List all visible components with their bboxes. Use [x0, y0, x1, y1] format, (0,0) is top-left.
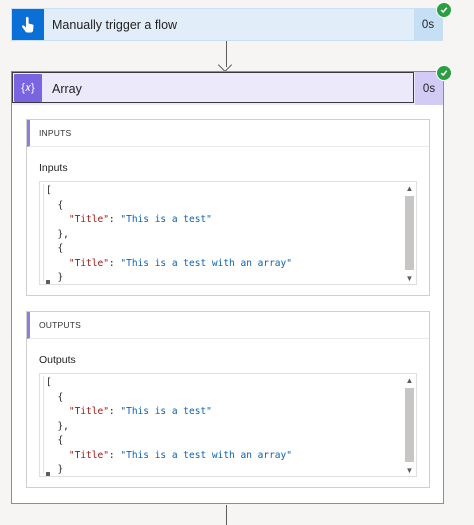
variable-braces-icon: {𝑥} — [14, 74, 42, 102]
json-key: "Title" — [46, 449, 109, 461]
code-gutter — [43, 184, 44, 282]
inputs-label: Inputs — [39, 162, 68, 174]
json-punctuation: { — [46, 435, 64, 446]
json-punctuation: : — [108, 257, 121, 269]
code-line: }, — [46, 228, 292, 243]
json-key: "Title" — [46, 406, 109, 417]
code-line: "Title": "This is a test with an array" — [46, 449, 292, 464]
code-line: { — [46, 199, 292, 214]
outputs-scrollbar[interactable]: ▲ ▼ — [403, 374, 416, 476]
code-line: "Title": "This is a test with an array" — [46, 257, 292, 272]
json-punctuation: [ — [46, 185, 52, 196]
horizontal-scroll-handle[interactable] — [46, 280, 50, 284]
code-line: } — [46, 463, 292, 476]
code-line: "Title": "This is a test" — [46, 405, 292, 420]
outputs-section: OUTPUTS Outputs [ { "Title": "This is a … — [26, 311, 430, 488]
scroll-up-icon[interactable]: ▲ — [403, 374, 416, 386]
code-gutter — [43, 376, 44, 474]
action-title: Array — [52, 82, 82, 96]
scroll-up-icon[interactable]: ▲ — [403, 182, 416, 194]
inputs-scrollbar[interactable]: ▲ ▼ — [403, 182, 416, 284]
json-string: "This is a test with an array" — [120, 449, 292, 461]
code-line: { — [46, 242, 292, 257]
json-string: "This is a test" — [120, 214, 212, 225]
code-line: "Title": "This is a test" — [46, 213, 292, 228]
json-string: "This is a test" — [120, 406, 212, 417]
json-punctuation: { — [46, 199, 64, 211]
json-punctuation: { — [46, 391, 64, 403]
outputs-code-editor[interactable]: [ { "Title": "This is a test" }, { "Titl… — [39, 373, 417, 477]
json-punctuation: [ — [46, 377, 52, 388]
json-punctuation: : — [108, 406, 121, 417]
code-line: { — [46, 391, 292, 406]
json-punctuation: { — [46, 243, 64, 254]
flow-connector-bottom — [226, 505, 227, 525]
scroll-down-icon[interactable]: ▼ — [403, 464, 416, 476]
json-punctuation: }, — [46, 228, 69, 240]
code-line: [ — [46, 184, 292, 199]
inputs-section: INPUTS Inputs [ { "Title": "This is a te… — [26, 119, 430, 296]
code-line: [ — [46, 376, 292, 391]
outputs-label: Outputs — [39, 354, 76, 366]
action-header[interactable]: {𝑥} Array 0s — [12, 72, 443, 105]
inputs-code-editor[interactable]: [ { "Title": "This is a test" }, { "Titl… — [39, 181, 417, 285]
trigger-success-check-icon — [436, 2, 452, 18]
outputs-json: [ { "Title": "This is a test" }, { "Titl… — [46, 376, 292, 476]
code-line: }, — [46, 420, 292, 435]
code-line: } — [46, 271, 292, 284]
trigger-card[interactable]: Manually trigger a flow 0s — [11, 8, 443, 41]
array-action-card[interactable]: {𝑥} Array 0s INPUTS Inputs [ { "Title": … — [11, 71, 444, 504]
trigger-title: Manually trigger a flow — [52, 18, 178, 32]
outputs-section-title: OUTPUTS — [27, 312, 429, 339]
code-line: { — [46, 434, 292, 449]
inputs-json: [ { "Title": "This is a test" }, { "Titl… — [46, 184, 292, 284]
arrow-down-icon — [217, 57, 233, 73]
horizontal-scroll-handle[interactable] — [46, 472, 50, 476]
touch-hand-icon — [12, 9, 44, 40]
scroll-down-icon[interactable]: ▼ — [403, 272, 416, 284]
json-punctuation: }, — [46, 420, 69, 432]
scroll-thumb[interactable] — [405, 196, 414, 270]
inputs-section-title: INPUTS — [27, 120, 429, 147]
action-success-check-icon — [436, 65, 452, 81]
json-key: "Title" — [46, 214, 109, 225]
json-string: "This is a test with an array" — [120, 257, 292, 269]
scroll-thumb[interactable] — [405, 388, 414, 462]
json-key: "Title" — [46, 257, 109, 269]
json-punctuation: : — [108, 214, 121, 225]
json-punctuation: : — [108, 449, 121, 461]
